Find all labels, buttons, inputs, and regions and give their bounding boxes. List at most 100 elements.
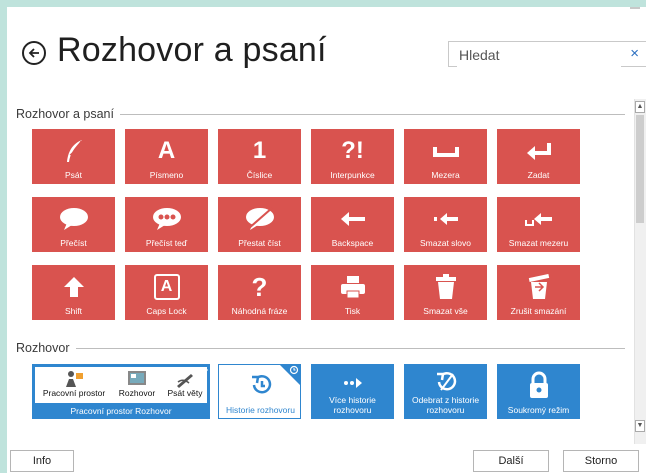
digit-icon: 1 [218, 136, 301, 166]
footer: Info Další Storno [7, 447, 646, 473]
workspace-preview: Pracovní prostor Rozhovor Psát věty [35, 367, 207, 403]
vertical-scrollbar[interactable]: ▲ ▼ [634, 99, 646, 444]
tile-print[interactable]: Tisk [311, 265, 394, 320]
glyph: A [153, 274, 180, 300]
tile-more-history[interactable]: Více historie rozhovoru [311, 364, 394, 419]
tile-label: Více historie rozhovoru [329, 395, 376, 415]
tile-caps-lock[interactable]: A Caps Lock [125, 265, 208, 320]
tile-label: Smazat mezeru [508, 238, 569, 248]
tile-punctuation[interactable]: ?! Interpunkce [311, 129, 394, 184]
delete-space-icon [497, 204, 580, 234]
tile-delete-all[interactable]: Smazat vše [404, 265, 487, 320]
tile-label: Náhodná fráze [231, 306, 288, 316]
space-icon [404, 136, 487, 166]
tile-shift[interactable]: Shift [32, 265, 115, 320]
back-button[interactable] [22, 41, 46, 65]
section-header-conversation: Rozhovor [16, 341, 625, 355]
tile-backspace[interactable]: Backspace [311, 197, 394, 252]
tile-label: Přestat číst [238, 238, 281, 248]
tile-read-now[interactable]: Přečíst teď [125, 197, 208, 252]
glyph: ? [251, 271, 268, 302]
trash-icon [404, 272, 487, 302]
tile-space[interactable]: Mezera [404, 129, 487, 184]
tile-workspace-conversation[interactable]: Pracovní prostor Rozhovor Psát věty Prac… [32, 364, 210, 419]
cancel-button[interactable]: Storno [563, 450, 639, 472]
workspace-item-label: Psát věty [167, 388, 203, 398]
tile-label: Pracovní prostor Rozhovor [70, 406, 172, 416]
tile-write[interactable]: Psát [32, 129, 115, 184]
tile-label: Číslice [246, 170, 273, 180]
punctuation-icon: ?! [311, 136, 394, 166]
glyph: A [157, 137, 176, 164]
info-button[interactable]: Info [10, 450, 74, 472]
tile-grid-area: Rozhovor a psaní Psát A Písmeno 1 Číslic… [7, 99, 630, 444]
enter-icon [497, 136, 580, 166]
tile-label: Přečíst teď [145, 238, 188, 248]
letter-a-icon: A [125, 136, 208, 166]
delete-word-icon [404, 204, 487, 234]
person-icon [64, 370, 84, 388]
workspace-item-label: Pracovní prostor [42, 388, 106, 398]
app-window: Rozhovor a psaní × Rozhovor a psaní Psát… [7, 7, 646, 473]
tile-label: Zrušit smazání [510, 306, 567, 316]
speech-bubble-dots-icon [125, 204, 208, 234]
header: Rozhovor a psaní × [7, 7, 646, 97]
writing-hand-icon [175, 370, 195, 388]
remove-history-icon [404, 367, 487, 397]
tile-enter[interactable]: Zadat [497, 129, 580, 184]
history-icon [219, 370, 302, 400]
tile-label: Písmeno [149, 170, 184, 180]
tile-random-phrase[interactable]: ? Náhodná fráze [218, 265, 301, 320]
scroll-down-icon[interactable]: ▼ [635, 420, 645, 432]
tile-digit[interactable]: 1 Číslice [218, 129, 301, 184]
tile-conversation-history[interactable]: Historie rozhovoru [218, 364, 301, 419]
workspace-item: Rozhovor [111, 367, 163, 403]
tile-label: Mezera [431, 170, 460, 180]
section-title: Rozhovor [16, 341, 70, 355]
search-box[interactable]: × [448, 41, 646, 67]
tile-delete-word[interactable]: Smazat slovo [404, 197, 487, 252]
tile-label: Interpunkce [330, 170, 375, 180]
printer-icon [311, 272, 394, 302]
question-icon: ? [218, 272, 301, 302]
tile-label: Shift [64, 306, 82, 316]
glyph: 1 [252, 137, 267, 164]
speech-bubble-icon [32, 204, 115, 234]
tile-private-mode[interactable]: Soukromý režim [497, 364, 580, 419]
tile-label: Zadat [527, 170, 550, 180]
glyph: ?! [341, 137, 364, 164]
tile-label: Psát [64, 170, 82, 180]
caps-lock-icon: A [125, 272, 208, 302]
divider [119, 113, 625, 115]
scroll-up-icon[interactable]: ▲ [635, 101, 645, 113]
tile-label: Backspace [331, 238, 374, 248]
tile-stop-reading[interactable]: Přestat číst [218, 197, 301, 252]
undo-delete-icon [497, 272, 580, 302]
tile-label: Soukromý režim [507, 405, 570, 415]
section-title: Rozhovor a psaní [16, 107, 114, 121]
tile-read[interactable]: Přečíst [32, 197, 115, 252]
page-title: Rozhovor a psaní [57, 31, 327, 69]
speech-bubble-stop-icon [218, 204, 301, 234]
tile-undo-delete[interactable]: Zrušit smazání [497, 265, 580, 320]
backspace-icon [311, 204, 394, 234]
screen-icon [127, 370, 147, 388]
search-input[interactable] [457, 43, 621, 67]
next-button[interactable]: Další [473, 450, 549, 472]
tile-remove-history[interactable]: Odebrat z historie rozhovoru [404, 364, 487, 419]
edit-pencil-icon[interactable] [194, 364, 210, 380]
tile-delete-space[interactable]: Smazat mezeru [497, 197, 580, 252]
divider [75, 347, 625, 349]
tile-letter[interactable]: A Písmeno [125, 129, 208, 184]
tile-label: Přečíst [60, 238, 87, 248]
shift-icon [32, 272, 115, 302]
tile-label: Smazat vše [423, 306, 468, 316]
tile-label: Tisk [344, 306, 361, 316]
section-header-writing: Rozhovor a psaní [16, 107, 625, 121]
tile-label: Smazat slovo [419, 238, 472, 248]
back-arrow-icon [28, 48, 39, 58]
clear-search-icon[interactable]: × [630, 45, 639, 62]
tile-label: Odebrat z historie rozhovoru [411, 395, 480, 415]
workspace-item-label: Rozhovor [118, 388, 156, 398]
scrollbar-thumb[interactable] [636, 115, 644, 223]
